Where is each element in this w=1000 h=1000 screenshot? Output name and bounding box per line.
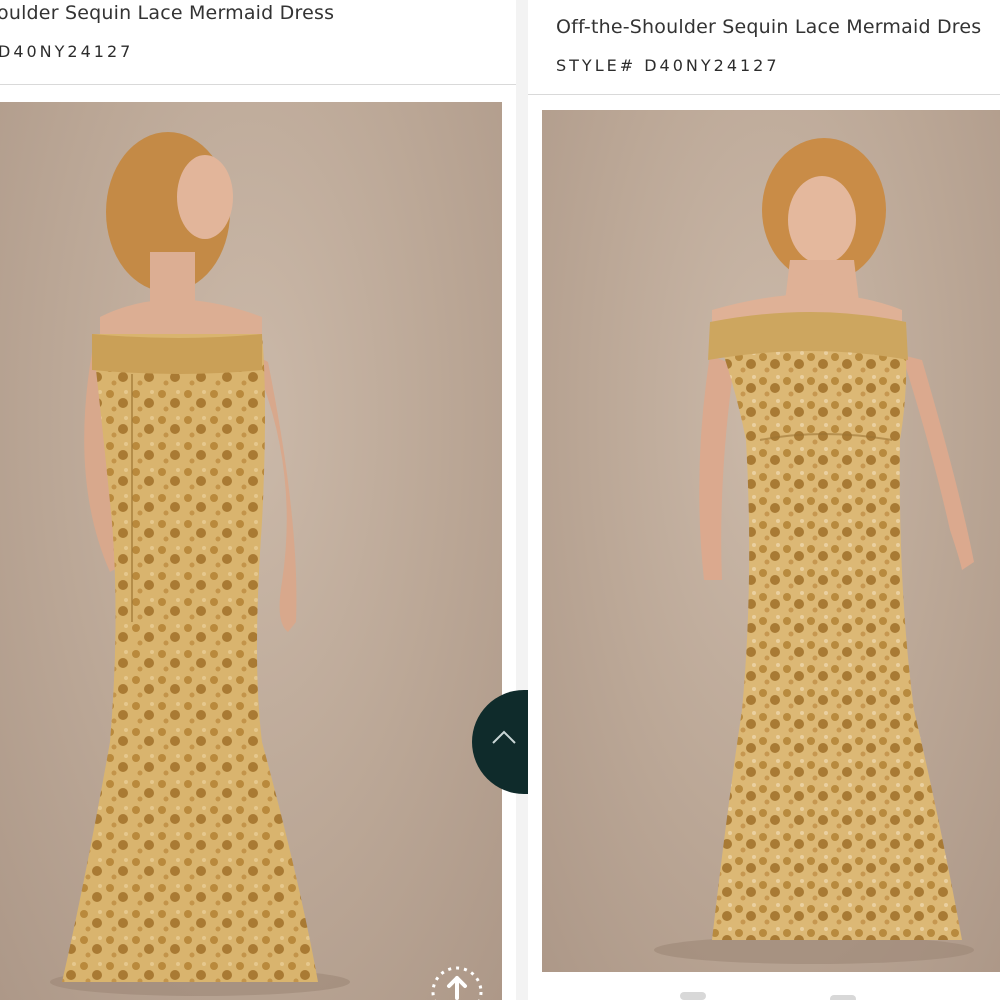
product-title: oulder Sequin Lace Mermaid Dress: [0, 2, 335, 24]
upload-icon[interactable]: [428, 962, 486, 1000]
model-back-view: [50, 132, 350, 996]
product-style-number: STYLE# D40NY24127: [556, 56, 780, 75]
product-title: Off-the-Shoulder Sequin Lace Mermaid Dre…: [556, 16, 982, 38]
product-image-back[interactable]: [0, 102, 502, 1000]
divider: [0, 84, 516, 85]
product-style-number: D40NY24127: [0, 42, 134, 61]
product-card-right: Off-the-Shoulder Sequin Lace Mermaid Dre…: [528, 0, 1000, 1000]
model-front-view: [654, 138, 974, 964]
indicator-icon: [828, 988, 858, 1000]
divider: [528, 94, 1000, 95]
panel-separator: [516, 0, 528, 1000]
product-image-front[interactable]: [542, 110, 1000, 972]
chevron-up-icon: [492, 730, 516, 744]
product-card-left: oulder Sequin Lace Mermaid Dress D40NY24…: [0, 0, 516, 1000]
indicator-icon: [678, 984, 708, 1000]
